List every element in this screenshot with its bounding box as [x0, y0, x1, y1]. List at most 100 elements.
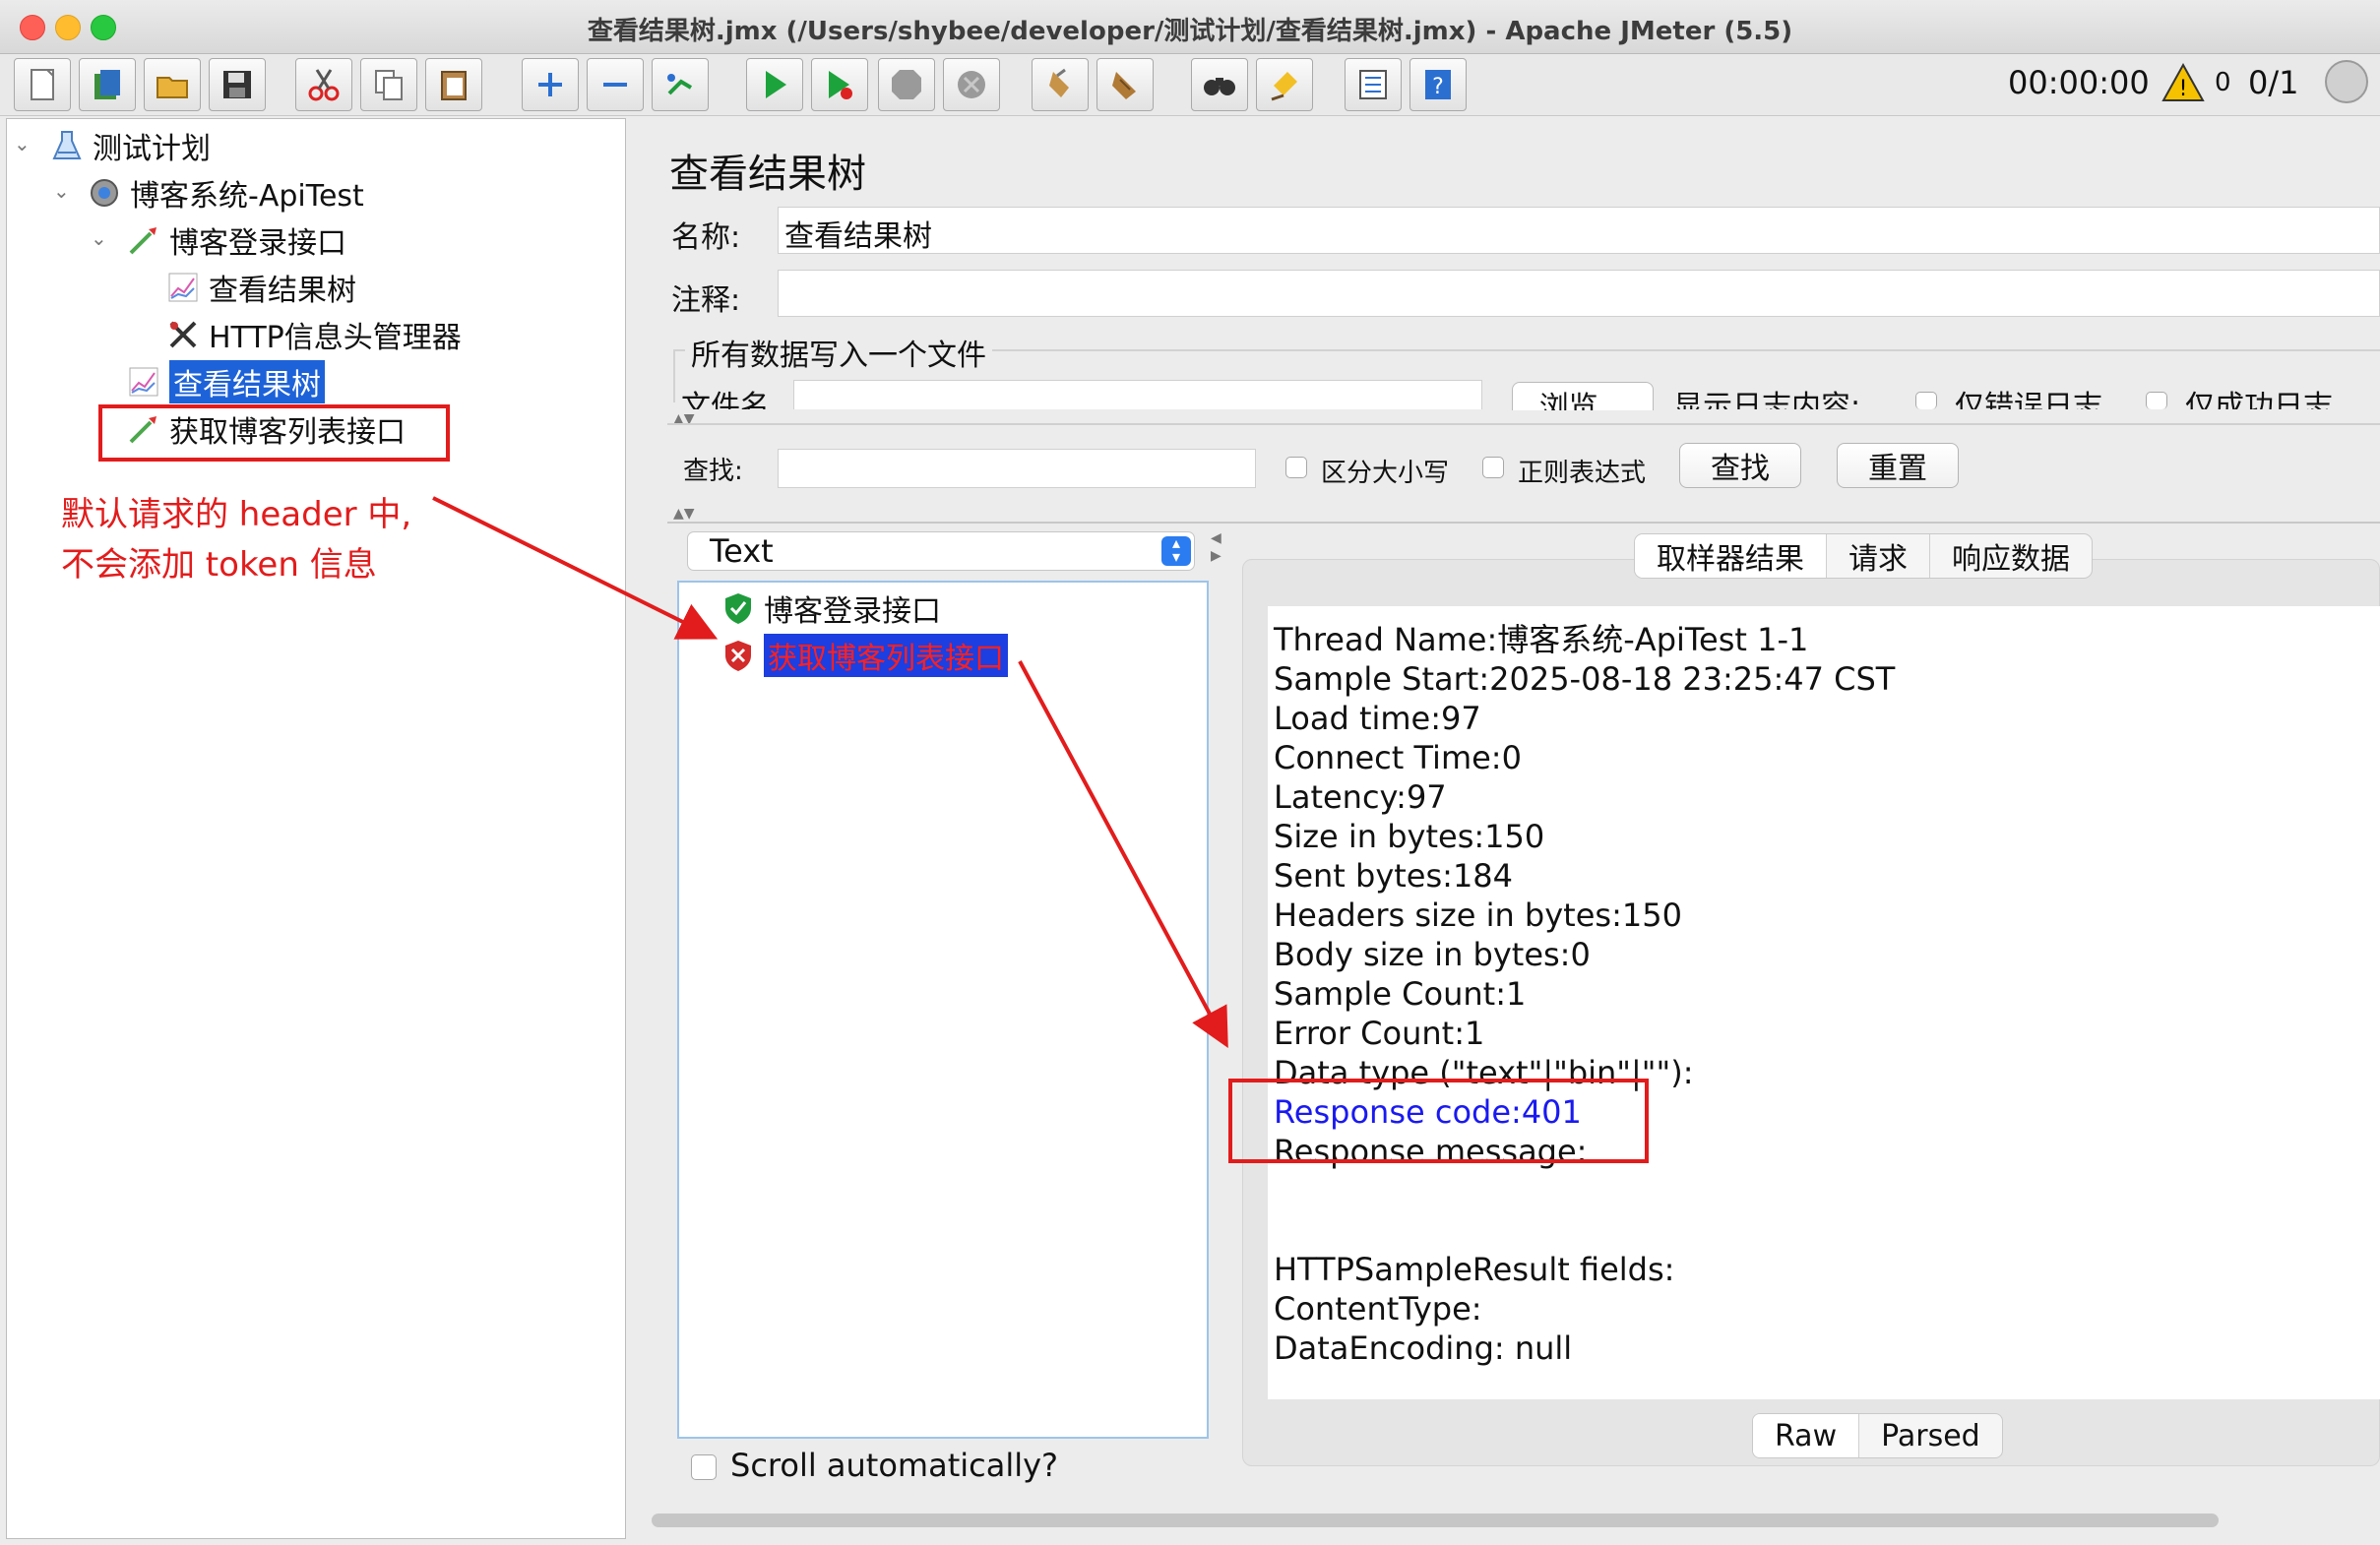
divider	[667, 423, 2380, 425]
parsed-view-button[interactable]: Parsed	[1859, 1414, 2002, 1457]
title-bar: 查看结果树.jmx (/Users/shybee/developer/测试计划/…	[0, 0, 2380, 54]
search-button[interactable]	[1191, 58, 1248, 111]
copy-icon	[375, 70, 403, 100]
open-button[interactable]	[144, 58, 201, 111]
regex-checkbox[interactable]	[1482, 457, 1504, 478]
tree-item-header-manager[interactable]: HTTP信息头管理器	[165, 313, 462, 356]
comment-field[interactable]	[778, 270, 2380, 317]
find-button[interactable]: 查找	[1679, 443, 1801, 488]
errors-only-checkbox[interactable]	[1915, 392, 1937, 409]
chevron-down-icon[interactable]: ⌄	[53, 179, 70, 203]
sample-result-text[interactable]: Thread Name:博客系统-ApiTest 1-1 Sample Star…	[1268, 606, 2380, 1399]
detail-line: Size in bytes:150	[1274, 818, 1545, 855]
select-arrows-icon[interactable]: ▴ ▾	[1161, 535, 1191, 566]
errors-only-label: 仅错误日志	[1955, 390, 2102, 409]
chevron-down-icon[interactable]: ⌄	[14, 132, 31, 155]
shutdown-icon	[958, 71, 985, 98]
toolbar: ? 00:00:00 ! 0 0/1	[0, 54, 2380, 116]
function-helper-button[interactable]	[1345, 58, 1402, 111]
filename-field[interactable]	[793, 380, 1482, 409]
start-button[interactable]	[746, 58, 803, 111]
start-no-pauses-button[interactable]	[811, 58, 868, 111]
svg-text:?: ?	[1432, 75, 1444, 99]
tab-sampler-result[interactable]: 取样器结果	[1635, 534, 1827, 578]
detail-line	[1274, 1171, 2374, 1210]
remote-status-icon[interactable]	[2325, 60, 2368, 103]
reset-button[interactable]: 重置	[1837, 443, 1959, 488]
listener-icon	[165, 270, 201, 305]
clear-all-button[interactable]	[1096, 58, 1154, 111]
detail-line: Thread Name:博客系统-ApiTest 1-1	[1274, 621, 1809, 658]
expand-icon	[538, 73, 562, 96]
success-only-checkbox[interactable]	[2146, 392, 2167, 409]
warning-icon[interactable]: !	[2161, 62, 2205, 103]
help-icon: ?	[1425, 70, 1451, 99]
templates-button[interactable]	[79, 58, 136, 111]
clear-icon	[1049, 68, 1069, 97]
tree-item-thread-group[interactable]: 博客系统-ApiTest	[87, 171, 364, 215]
open-icon	[157, 77, 188, 98]
splitter-arrows[interactable]: ▲▼	[673, 506, 695, 522]
raw-view-button[interactable]: Raw	[1753, 1414, 1860, 1457]
cut-icon	[308, 69, 340, 101]
help-button[interactable]: ?	[1409, 58, 1467, 111]
success-shield-icon	[725, 593, 751, 624]
tree-item-label: HTTP信息头管理器	[209, 321, 462, 355]
filename-label: 文件名	[681, 390, 770, 409]
detail-line: DataEncoding: null	[1274, 1329, 1573, 1367]
new-button[interactable]	[14, 58, 71, 111]
detail-line: HTTPSampleResult fields:	[1274, 1251, 1675, 1288]
horizontal-scrollbar[interactable]	[652, 1514, 2219, 1527]
http-sampler-icon	[126, 222, 161, 258]
cut-button[interactable]	[295, 58, 352, 111]
shutdown-button[interactable]	[943, 58, 1000, 111]
browse-button[interactable]: 浏览...	[1512, 382, 1654, 410]
save-button[interactable]	[209, 58, 266, 111]
paste-button[interactable]	[425, 58, 482, 111]
search-input[interactable]	[778, 449, 1256, 488]
tree-item-label: 博客登录接口	[169, 226, 346, 261]
scroll-automatically-checkbox[interactable]	[691, 1454, 717, 1480]
reset-search-button[interactable]	[1256, 58, 1313, 111]
detail-line: Sample Start:2025-08-18 23:25:47 CST	[1274, 660, 1896, 698]
tree-item-view-results-2[interactable]: 查看结果树	[126, 360, 325, 403]
new-icon	[31, 69, 54, 100]
detail-line: Body size in bytes:0	[1274, 936, 1591, 973]
collapse-icon	[603, 83, 627, 87]
divider	[667, 522, 2380, 524]
tree-item-label: 查看结果树	[169, 360, 325, 403]
collapse-all-button[interactable]	[587, 58, 644, 111]
name-field[interactable]: 查看结果树	[778, 207, 2380, 254]
tree-item-view-results-1[interactable]: 查看结果树	[165, 266, 356, 309]
tab-request[interactable]: 请求	[1827, 534, 1930, 578]
result-list[interactable]	[677, 581, 1209, 1439]
tree-item-login-sampler[interactable]: 博客登录接口	[126, 218, 346, 262]
listener-icon	[126, 364, 161, 400]
result-item-label: 博客登录接口	[764, 594, 941, 629]
splitter-arrows[interactable]: ◀ ▶	[1211, 529, 1221, 565]
result-item-failure[interactable]: 获取博客列表接口	[722, 634, 1008, 677]
detail-line: Connect Time:0	[1274, 739, 1522, 776]
case-sensitive-checkbox[interactable]	[1285, 457, 1307, 478]
case-sensitive-label: 区分大小写	[1321, 459, 1450, 488]
failure-shield-icon	[725, 641, 751, 671]
svg-text:!: !	[2179, 77, 2188, 101]
expand-all-button[interactable]	[522, 58, 579, 111]
templates-icon	[94, 70, 120, 99]
detail-line	[1274, 1210, 2374, 1250]
stop-button[interactable]	[878, 58, 935, 111]
toggle-button[interactable]	[652, 58, 709, 111]
clear-button[interactable]	[1032, 58, 1089, 111]
header-manager-icon	[165, 317, 201, 352]
result-item-success[interactable]: 博客登录接口	[722, 587, 941, 630]
name-label: 名称:	[671, 220, 741, 255]
chevron-down-icon[interactable]: ⌄	[91, 226, 107, 250]
annotation-text: 默认请求的 header 中, 不会添加 token 信息	[61, 495, 412, 585]
tab-response-data[interactable]: 响应数据	[1930, 534, 2092, 578]
copy-button[interactable]	[360, 58, 417, 111]
tree-item-test-plan[interactable]: 测试计划	[49, 124, 211, 167]
detail-line: Sample Count:1	[1274, 975, 1527, 1013]
panel-title: 查看结果树	[669, 152, 866, 197]
response-code-highlight-box	[1228, 1079, 1649, 1163]
renderer-select[interactable]: Text	[687, 531, 1195, 571]
